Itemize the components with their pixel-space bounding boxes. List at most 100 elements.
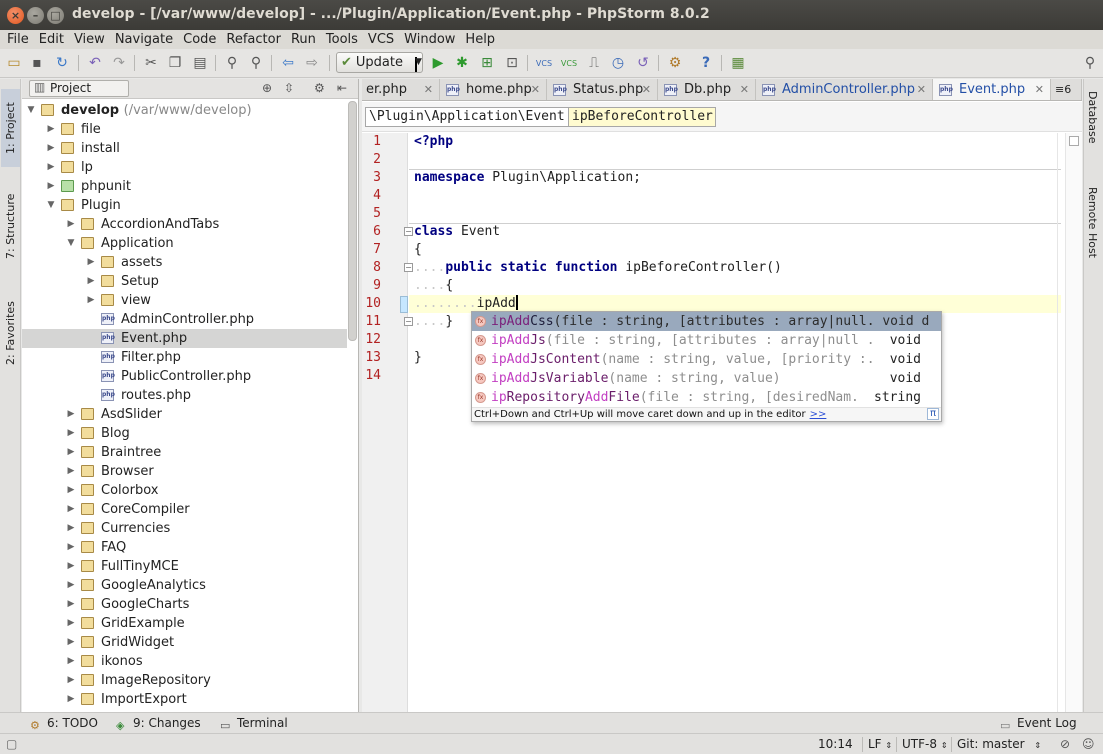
vcs-branch-selector[interactable]: Git: master ⇕ <box>957 737 1041 751</box>
tree-folder-item[interactable]: ▶ GoogleAnalytics <box>22 576 347 595</box>
tree-folder-item[interactable]: ▼ Application <box>22 234 347 253</box>
tree-folder-item[interactable]: ▶ assets <box>22 253 347 272</box>
menu-vcs[interactable]: VCS <box>363 32 399 47</box>
menu-window[interactable]: Window <box>399 32 460 47</box>
chevron-right-icon[interactable]: ▶ <box>66 215 76 234</box>
tree-folder-item[interactable]: ▶ AccordionAndTabs <box>22 215 347 234</box>
help-icon[interactable]: ? <box>697 54 715 72</box>
todo-tool-button[interactable]: ⚙ 6: TODO <box>30 716 98 732</box>
menu-navigate[interactable]: Navigate <box>110 32 178 47</box>
caret-position[interactable]: 10:14 <box>818 737 853 751</box>
breadcrumb-namespace[interactable]: \Plugin\Application\Event <box>365 107 569 127</box>
paste-icon[interactable]: ▤ <box>191 54 209 72</box>
vcs-revert-icon[interactable]: ↺ <box>634 54 652 72</box>
project-view-selector[interactable]: ▥ Project <box>29 80 129 97</box>
tree-folder-item[interactable]: ▶ phpunit <box>22 177 347 196</box>
tree-folder-item[interactable]: ▶ ImportExport <box>22 690 347 709</box>
tree-folder-item[interactable]: ▶ FullTinyMCE <box>22 557 347 576</box>
menu-refactor[interactable]: Refactor <box>221 32 286 47</box>
open-folder-icon[interactable]: ▭ <box>5 54 23 72</box>
editor-scrollbar[interactable] <box>1065 133 1082 712</box>
tree-file-item[interactable]: php Filter.php <box>22 348 347 367</box>
chevron-right-icon[interactable]: ▶ <box>66 443 76 462</box>
lock-icon[interactable]: ⊘ <box>1060 737 1070 751</box>
close-icon[interactable]: ✕ <box>917 79 926 100</box>
chevron-right-icon[interactable]: ▶ <box>86 291 96 310</box>
tree-folder-item[interactable]: ▶ Blog <box>22 424 347 443</box>
tab-home[interactable]: php home.php ✕ <box>440 79 547 100</box>
tab-overflow-button[interactable]: ≡6 <box>1051 79 1082 100</box>
tab-event[interactable]: php Event.php ✕ <box>933 79 1051 100</box>
chevron-right-icon[interactable]: ▶ <box>66 576 76 595</box>
tree-folder-item[interactable]: ▶ GridExample <box>22 614 347 633</box>
tree-folder-item[interactable]: ▶ Currencies <box>22 519 347 538</box>
menu-run[interactable]: Run <box>286 32 321 47</box>
chevron-right-icon[interactable]: ▶ <box>66 652 76 671</box>
chevron-right-icon[interactable]: ▶ <box>46 177 56 196</box>
vcs-history-icon[interactable]: ◷ <box>609 54 627 72</box>
project-tool-tab[interactable]: 1: Project <box>1 89 20 167</box>
event-log-tool-button[interactable]: ▭ Event Log <box>1000 716 1077 732</box>
replace-icon[interactable]: ⚲ <box>247 54 265 72</box>
tree-folder-item[interactable]: ▶ CoreCompiler <box>22 500 347 519</box>
close-icon[interactable]: ✕ <box>740 79 749 100</box>
menu-edit[interactable]: Edit <box>34 32 69 47</box>
chevron-right-icon[interactable]: ▶ <box>66 671 76 690</box>
quick-doc-icon[interactable]: π <box>927 408 939 420</box>
line-separator-selector[interactable]: LF ⇕ <box>868 737 892 751</box>
tree-file-item[interactable]: php PublicController.php <box>22 367 347 386</box>
chevron-down-icon[interactable]: ▼ <box>26 101 36 120</box>
undo-icon[interactable]: ↶ <box>86 54 104 72</box>
chevron-right-icon[interactable]: ▶ <box>66 690 76 709</box>
chevron-right-icon[interactable]: ▶ <box>66 500 76 519</box>
encoding-selector[interactable]: UTF-8 ⇕ <box>902 737 948 751</box>
tab-db[interactable]: php Db.php ✕ <box>658 79 756 100</box>
tree-folder-item[interactable]: ▶ ImageRepository <box>22 671 347 690</box>
close-icon[interactable]: ✕ <box>642 79 651 100</box>
tree-file-item[interactable]: php routes.php <box>22 386 347 405</box>
tree-folder-item[interactable]: ▶ file <box>22 120 347 139</box>
coverage-icon[interactable]: ⊞ <box>478 54 496 72</box>
tree-folder-item[interactable]: ▶ Braintree <box>22 443 347 462</box>
tree-folder-item[interactable]: ▶ ikonos <box>22 652 347 671</box>
tree-root[interactable]: ▼ develop (/var/www/develop) <box>22 101 347 120</box>
tree-folder-item[interactable]: ▶ Setup <box>22 272 347 291</box>
tree-folder-item[interactable]: ▼ Plugin <box>22 196 347 215</box>
completion-item[interactable]: fx ipAddJsVariable(name : string, value)… <box>472 369 941 388</box>
chevron-right-icon[interactable]: ▶ <box>66 633 76 652</box>
tree-folder-item[interactable]: ▶ lp <box>22 158 347 177</box>
chevron-right-icon[interactable]: ▶ <box>66 405 76 424</box>
menu-code[interactable]: Code <box>178 32 221 47</box>
vcs-compare-icon[interactable]: ⎍ <box>585 54 603 72</box>
completion-item[interactable]: fx ipAddJsContent(name : string, value, … <box>472 350 941 369</box>
plugin-icon[interactable]: ▦ <box>729 54 747 72</box>
chevron-right-icon[interactable]: ▶ <box>66 557 76 576</box>
tree-folder-item[interactable]: ▶ GridWidget <box>22 633 347 652</box>
close-icon[interactable]: ✕ <box>424 79 433 100</box>
favorites-tool-tab[interactable]: 2: Favorites <box>1 291 20 375</box>
tab-admincontroller[interactable]: php AdminController.php ✕ <box>756 79 933 100</box>
hide-panel-icon[interactable]: ⇤ <box>337 81 347 95</box>
search-everywhere-icon[interactable]: ⚲ <box>1081 54 1099 72</box>
chevron-down-icon[interactable]: ▼ <box>66 234 76 253</box>
close-window-button[interactable]: × <box>7 7 24 24</box>
find-icon[interactable]: ⚲ <box>223 54 241 72</box>
chevron-right-icon[interactable]: ▶ <box>66 424 76 443</box>
chevron-right-icon[interactable]: ▶ <box>66 614 76 633</box>
completion-item[interactable]: fx ipAddJs(file : string, [attributes : … <box>472 331 941 350</box>
gear-icon[interactable]: ⚙ <box>314 81 325 95</box>
completion-item[interactable]: fx ipRepositoryAddFile(file : string, [d… <box>472 388 941 407</box>
terminal-tool-button[interactable]: ▭ Terminal <box>220 716 288 732</box>
back-icon[interactable]: ⇦ <box>279 54 297 72</box>
chevron-down-icon[interactable]: ▼ <box>46 196 56 215</box>
chevron-right-icon[interactable]: ▶ <box>46 158 56 177</box>
database-tool-tab[interactable]: Database <box>1086 91 1099 144</box>
debug-icon[interactable]: ✱ <box>453 54 471 72</box>
profile-icon[interactable]: ⊡ <box>503 54 521 72</box>
tree-folder-item[interactable]: ▶ GoogleCharts <box>22 595 347 614</box>
remote-host-tool-tab[interactable]: Remote Host <box>1086 187 1099 258</box>
synchronize-icon[interactable]: ↻ <box>53 54 71 72</box>
menu-help[interactable]: Help <box>460 32 500 47</box>
run-icon[interactable]: ▶ <box>429 54 447 72</box>
close-icon[interactable]: ✕ <box>531 79 540 100</box>
